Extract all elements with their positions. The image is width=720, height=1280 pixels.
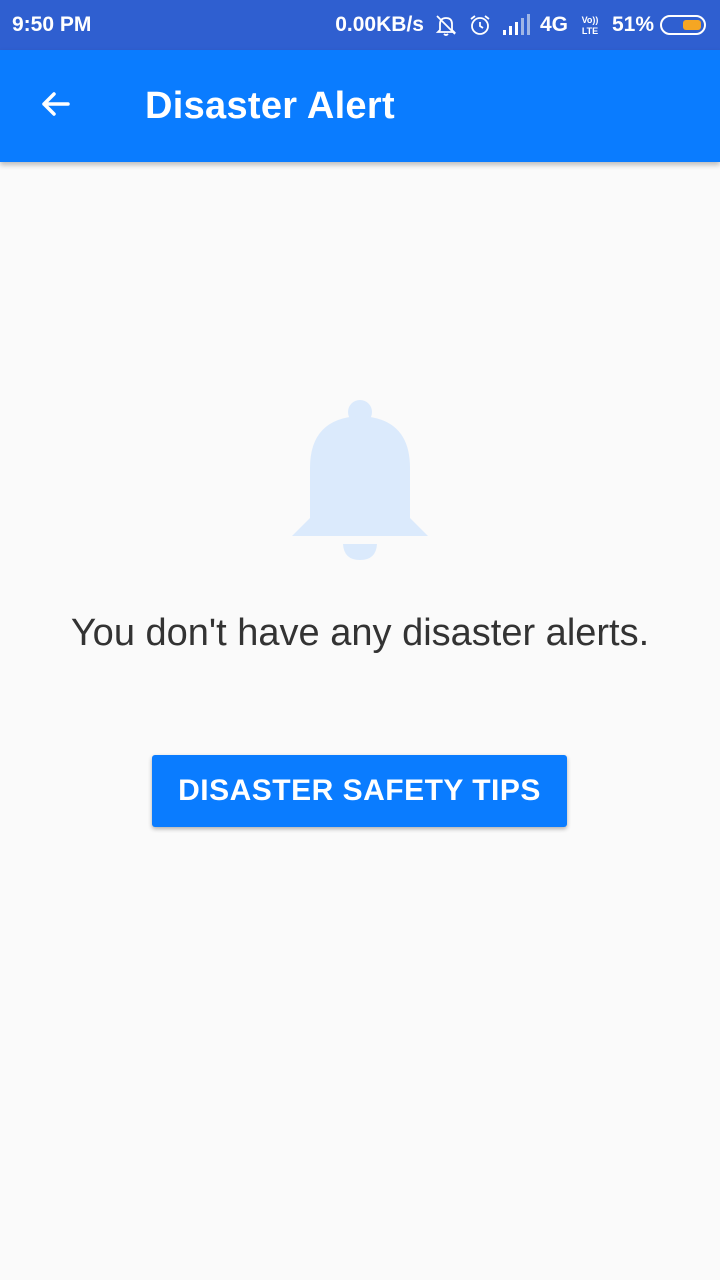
network-speed: 0.00KB/s [335, 13, 424, 36]
battery-icon [660, 13, 708, 37]
volte-icon: Vo)) LTE [578, 13, 602, 37]
status-bar: 9:50 PM 0.00KB/s 4G Vo)) LTE 51% [0, 0, 720, 50]
volte-label-top: Vo)) [582, 15, 599, 25]
empty-state: You don't have any disaster alerts. DISA… [0, 162, 720, 1280]
disaster-safety-tips-button[interactable]: DISASTER SAFETY TIPS [152, 755, 567, 827]
page-title: Disaster Alert [145, 84, 395, 127]
muted-bell-icon [434, 13, 458, 37]
battery-percent: 51% [611, 13, 654, 36]
status-time: 9:50 PM [12, 13, 92, 36]
signal-icon [502, 14, 530, 36]
battery-status: 51% [612, 13, 708, 37]
network-type: 4G [539, 13, 568, 36]
app-bar: Disaster Alert [0, 50, 720, 162]
alarm-icon [468, 13, 492, 37]
battery-fill [683, 20, 701, 30]
back-button[interactable] [0, 50, 112, 162]
volte-label-bottom: LTE [582, 26, 598, 36]
empty-message: You don't have any disaster alerts. [70, 612, 650, 654]
bell-icon [290, 398, 430, 564]
status-icons: 0.00KB/s 4G Vo)) LTE 51% [335, 13, 708, 37]
arrow-left-icon [38, 86, 74, 127]
